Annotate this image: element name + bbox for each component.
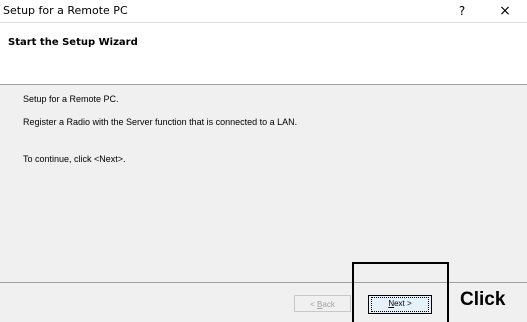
title-bar: Setup for a Remote PC ? × <box>0 0 527 23</box>
back-button[interactable]: < Back <box>294 295 351 312</box>
help-button[interactable]: ? <box>450 1 474 21</box>
next-button-label: Next > <box>388 299 411 308</box>
intro-text: Setup for a Remote PC. <box>23 94 119 104</box>
instruction-text: To continue, click <Next>. <box>23 154 126 164</box>
wizard-header: Start the Setup Wizard <box>0 23 527 85</box>
back-button-prefix: < <box>310 300 318 309</box>
window-title: Setup for a Remote PC <box>3 4 128 17</box>
back-button-rest: ack <box>322 300 335 309</box>
next-button-rest: ext > <box>394 299 412 308</box>
description-text: Register a Radio with the Server functio… <box>23 117 298 127</box>
wizard-step-title: Start the Setup Wizard <box>8 37 138 48</box>
next-button[interactable]: Next > <box>368 295 432 314</box>
close-button[interactable]: × <box>493 1 517 21</box>
wizard-body: Setup for a Remote PC. Register a Radio … <box>0 85 527 283</box>
setup-wizard-window: Setup for a Remote PC ? × Start the Setu… <box>0 0 527 322</box>
click-callout-label: Click <box>460 289 506 310</box>
